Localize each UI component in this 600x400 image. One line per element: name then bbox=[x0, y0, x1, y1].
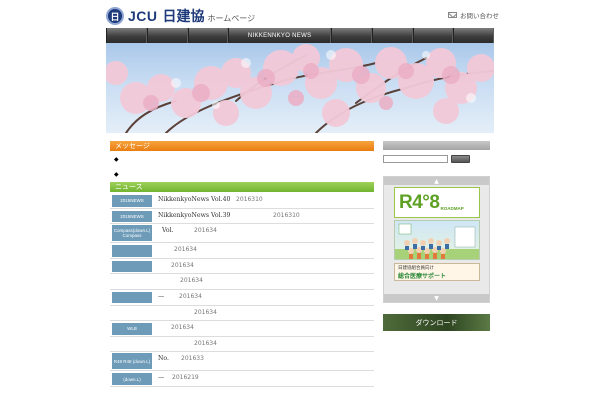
nav-item-3[interactable] bbox=[187, 28, 229, 43]
news-row[interactable]: R48 R48 (down.L) No. 201633 bbox=[110, 352, 374, 372]
news-category-tag: R48 R48 (down.L) bbox=[112, 353, 152, 370]
news-date: 201634 bbox=[194, 227, 217, 235]
nav-item-1[interactable] bbox=[106, 28, 147, 43]
jcu-emblem-icon: 日 bbox=[106, 7, 124, 25]
medical-support-banner[interactable]: 日建協組合員向け 総合医療サポート bbox=[394, 263, 480, 281]
news-date: 201634 bbox=[174, 246, 197, 254]
news-row[interactable]: WLB 201634 bbox=[110, 321, 374, 337]
news-row[interactable]: 201634 bbox=[110, 337, 374, 353]
news-title[interactable]: — bbox=[158, 374, 164, 381]
message-bullet-2: ◆ bbox=[114, 171, 119, 178]
nav-item-5[interactable] bbox=[331, 28, 372, 43]
news-category-tag bbox=[112, 291, 152, 304]
download-banner[interactable]: ダウンロード bbox=[383, 314, 490, 331]
message-bullet-1: ◆ bbox=[114, 156, 119, 163]
news-date: 201634 bbox=[171, 324, 194, 332]
news-date: 201634 bbox=[179, 292, 202, 300]
carousel-down-arrow-icon[interactable]: ▼ bbox=[384, 294, 489, 302]
news-list: 2015NEWS NikkenkyoNews Vol.40 2016310 20… bbox=[110, 193, 374, 387]
logo-homepage-label: ホームページ bbox=[207, 13, 256, 23]
nav-item-8[interactable] bbox=[453, 28, 494, 43]
news-category-tag bbox=[112, 339, 152, 351]
news-date: 201633 bbox=[181, 355, 204, 363]
hero-cherry-blossom-image bbox=[106, 43, 494, 133]
support-banner-line2: 総合医療サポート bbox=[398, 272, 447, 280]
nav-item-2[interactable] bbox=[146, 28, 188, 43]
roadmap-people-banner[interactable] bbox=[394, 220, 480, 260]
news-category-tag: Compass(down.L) Compass bbox=[112, 225, 152, 242]
roadmap-logo-text: R4°8 bbox=[399, 191, 440, 213]
global-nav: NIKKENNKYO NEWS bbox=[106, 28, 494, 43]
news-category-tag: (down.L) bbox=[112, 373, 152, 385]
news-row[interactable]: 201634 bbox=[110, 259, 374, 275]
news-row[interactable]: 2015NEWS NikkenkyoNews Vol.39 2016310 bbox=[110, 209, 374, 225]
carousel-up-arrow-icon[interactable]: ▲ bbox=[384, 177, 489, 185]
download-label: ダウンロード bbox=[415, 318, 458, 327]
message-section-header: メッセージ bbox=[110, 141, 374, 151]
news-title[interactable]: NikkenkyoNews Vol.40 bbox=[158, 196, 230, 203]
news-date: 201634 bbox=[194, 308, 217, 316]
news-category-tag: 2015NEWS bbox=[112, 195, 152, 207]
mail-icon bbox=[448, 12, 457, 18]
news-category-tag bbox=[112, 245, 152, 257]
news-category-tag: WLB bbox=[112, 323, 152, 335]
banner-carousel: ▲ R4°8 ROADMAP 日建協組合員向け 総合医療サポート ▼ bbox=[383, 176, 490, 303]
nav-item-6[interactable] bbox=[371, 28, 413, 43]
news-row[interactable]: 201634 bbox=[110, 243, 374, 259]
news-date: 2016219 bbox=[172, 374, 199, 382]
news-date: 201634 bbox=[194, 339, 217, 347]
news-row[interactable]: — 201634 bbox=[110, 290, 374, 306]
news-row[interactable]: (down.L) — 2016219 bbox=[110, 371, 374, 387]
contact-link[interactable]: お問い合わせ bbox=[448, 10, 499, 20]
news-date: 201634 bbox=[171, 261, 194, 269]
news-row[interactable]: Compass(down.L) Compass Vol. 201634 bbox=[110, 224, 374, 244]
news-category-tag bbox=[112, 276, 152, 288]
logo-jcu-text: JCU bbox=[128, 8, 158, 24]
news-title[interactable]: Vol. bbox=[162, 227, 174, 234]
search-input[interactable] bbox=[383, 155, 448, 163]
news-row[interactable]: 201634 bbox=[110, 306, 374, 322]
nav-item-nikkenkyo-news[interactable]: NIKKENNKYO NEWS bbox=[228, 28, 331, 43]
logo-japanese-name: 日建協 bbox=[162, 9, 205, 25]
news-section-header: ニュース bbox=[110, 182, 374, 192]
roadmap-banner[interactable]: R4°8 ROADMAP bbox=[394, 187, 480, 218]
people-illustration bbox=[395, 223, 479, 259]
contact-label: お問い合わせ bbox=[460, 12, 499, 20]
news-title[interactable]: No. bbox=[158, 355, 169, 362]
news-category-tag bbox=[112, 308, 152, 320]
news-title[interactable]: — bbox=[158, 293, 164, 300]
news-row[interactable]: 201634 bbox=[110, 274, 374, 290]
news-title[interactable]: NikkenkyoNews Vol.39 bbox=[158, 212, 230, 219]
search-button[interactable] bbox=[451, 155, 470, 163]
site-logo[interactable]: 日 JCU 日建協 ホームページ bbox=[106, 6, 255, 26]
news-date: 2016310 bbox=[236, 196, 263, 203]
roadmap-subtitle: ROADMAP bbox=[440, 206, 464, 211]
nav-item-7[interactable] bbox=[412, 28, 454, 43]
news-date: 201634 bbox=[180, 277, 203, 285]
cherry-blossom-illustration bbox=[106, 44, 494, 133]
news-category-tag bbox=[112, 260, 152, 273]
news-category-tag: 2015NEWS bbox=[112, 210, 152, 223]
news-row[interactable]: 2015NEWS NikkenkyoNews Vol.40 2016310 bbox=[110, 193, 374, 209]
sidebar-header bbox=[383, 141, 490, 150]
news-date: 2016310 bbox=[273, 211, 300, 219]
